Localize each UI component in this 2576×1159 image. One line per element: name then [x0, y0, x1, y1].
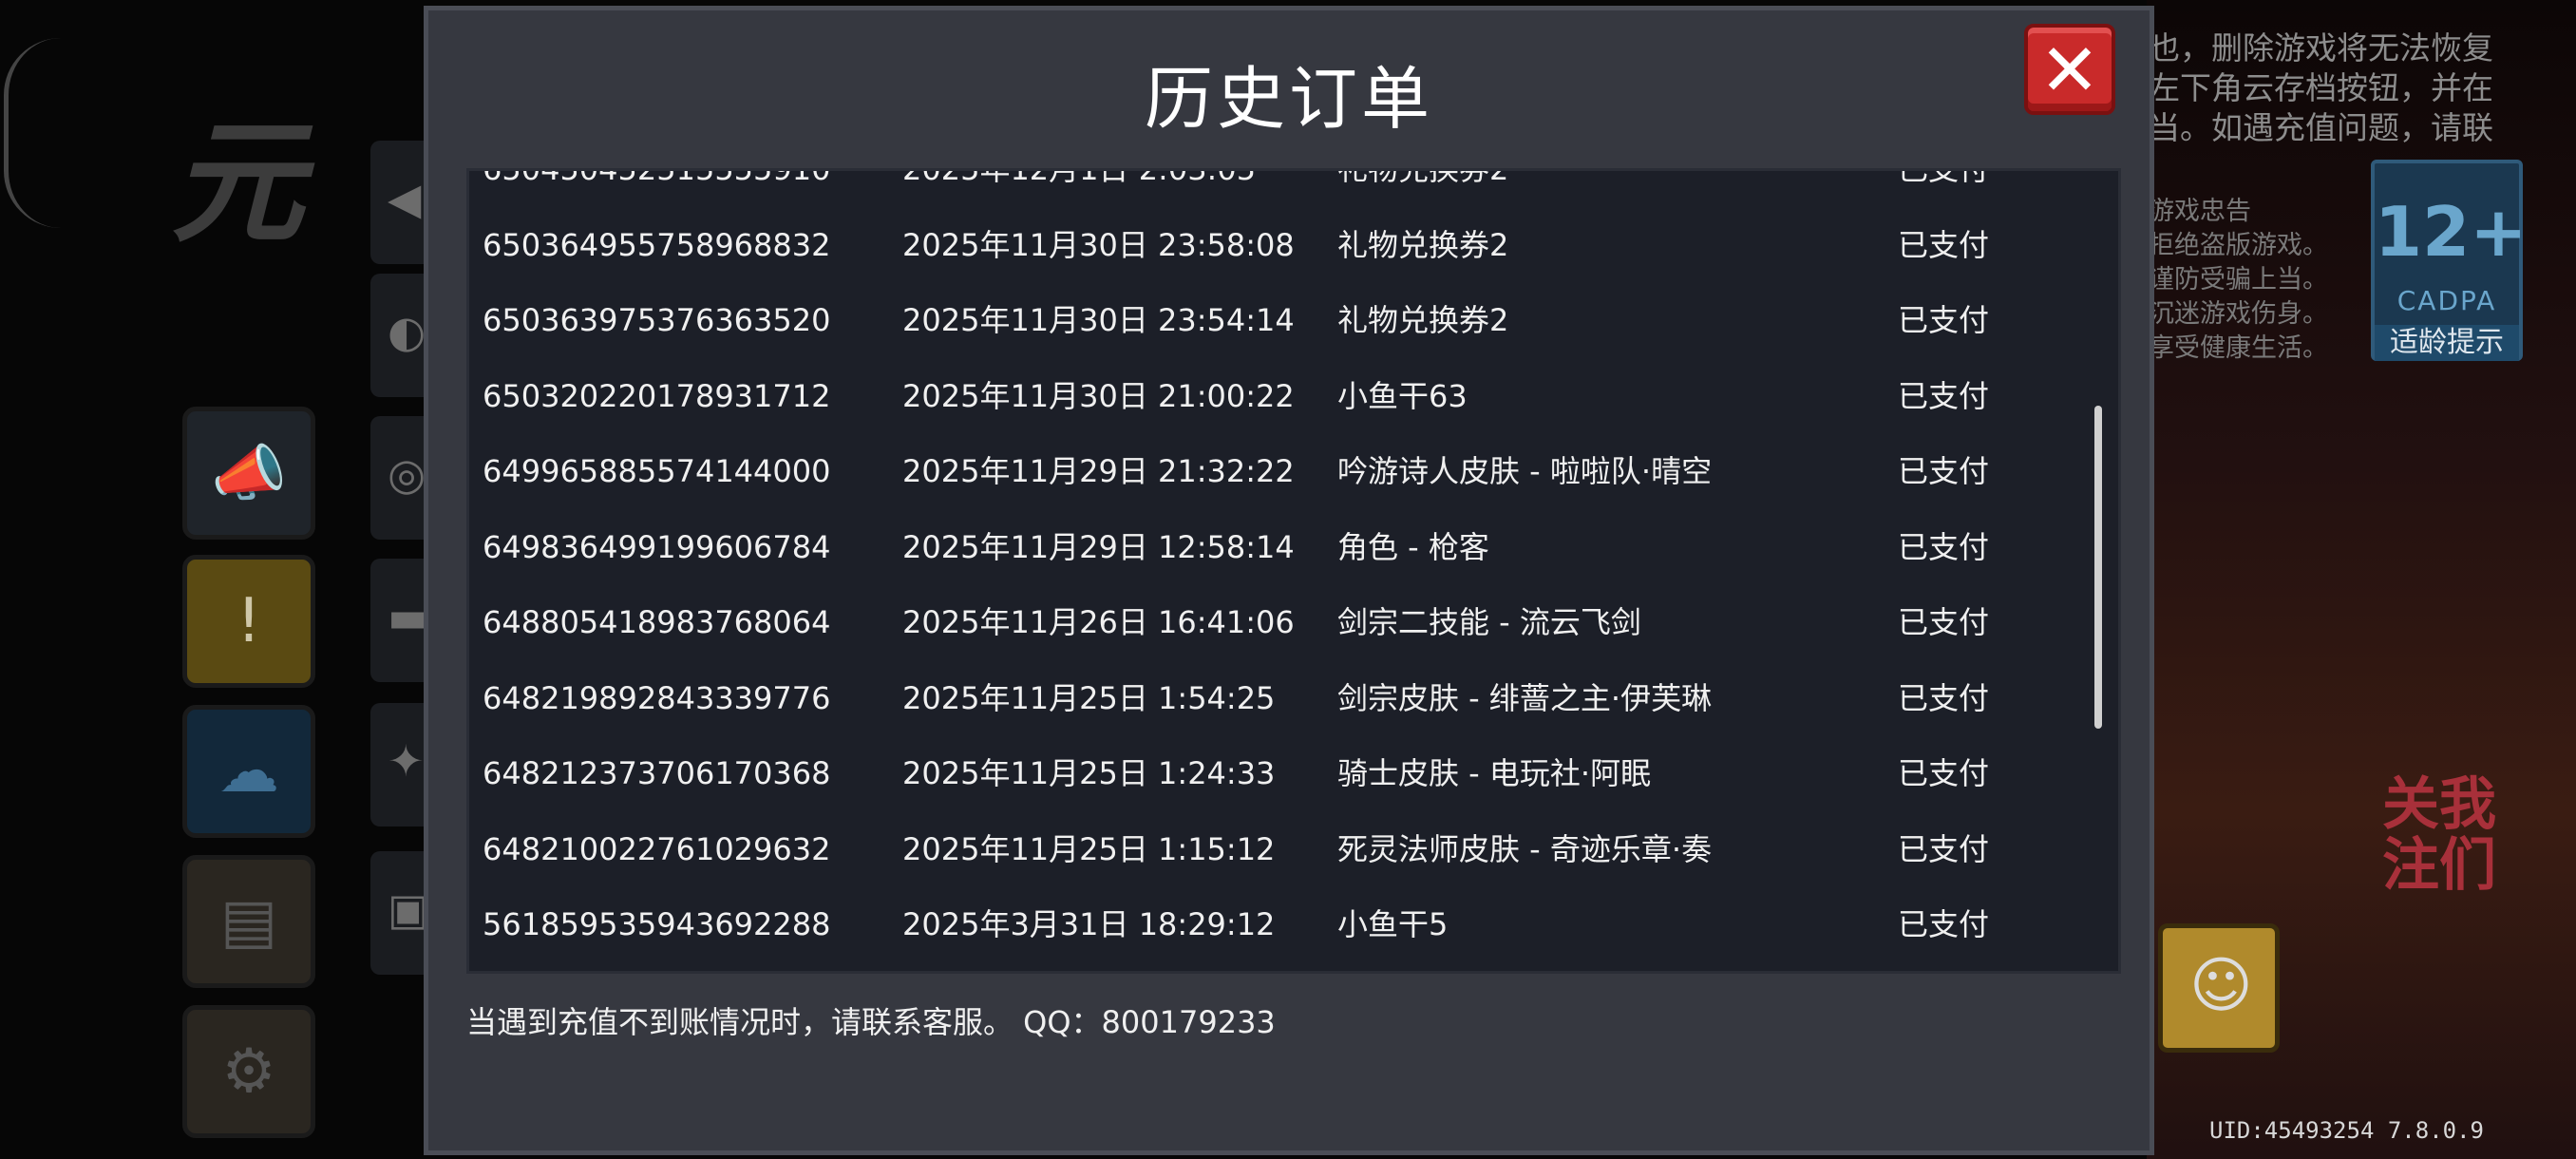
- order-item: 角色 - 枪客: [1337, 528, 1489, 565]
- order-item: 礼物兑换券2: [1337, 302, 1509, 338]
- order-row: 648219892843339776 2025年11月25日 1:54:25 剑宗皮…: [469, 660, 2118, 736]
- age-rating-org: CADPA: [2396, 285, 2497, 316]
- gear-icon: ⚙: [221, 1036, 276, 1107]
- order-row: 648805418983768064 2025年11月26日 16:41:06 剑宗…: [469, 584, 2118, 660]
- order-status: 已支付: [1898, 906, 1990, 942]
- order-time: 2025年11月30日 23:58:08: [902, 226, 1295, 263]
- order-item: 吟游诗人皮肤 - 啦啦队·晴空: [1337, 453, 1713, 489]
- order-id: 648219892843339776: [483, 679, 831, 716]
- order-row: 650320220178931712 2025年11月30日 21:00:22 小鱼…: [469, 358, 2118, 434]
- gift-button[interactable]: ✦: [370, 703, 427, 826]
- order-row: 649965885574144000 2025年11月29日 21:32:22 吟游…: [469, 433, 2118, 509]
- speaker-icon: ◀: [388, 173, 422, 224]
- order-row: 648210022761029632 2025年11月25日 1:15:12 死灵法…: [469, 811, 2118, 887]
- order-row: 650364955758968832 2025年11月30日 23:58:08 礼物…: [469, 207, 2118, 283]
- support-note: 当遇到充值不到账情况时，请联系客服。 QQ：800179233: [466, 1004, 1276, 1040]
- mail-button[interactable]: ▣: [370, 851, 429, 975]
- age-rating-badge[interactable]: 12+ CADPA 适龄提示: [2371, 160, 2528, 361]
- ranking-button[interactable]: ▬: [370, 559, 429, 682]
- age-rating-value: 12+: [2375, 192, 2528, 272]
- sound-button[interactable]: ◀: [370, 141, 427, 264]
- order-status: 已支付: [1898, 528, 1990, 565]
- save-warning-text: 也，删除游戏将无法恢复 左下角云存档按钮，并在 当。如遇充值问题，请联: [2149, 29, 2493, 146]
- order-id: 649965885574144000: [483, 453, 831, 489]
- order-time: 2025年11月25日 1:24:33: [902, 755, 1276, 791]
- order-item: 小鱼干63: [1337, 377, 1468, 414]
- close-icon: ✕: [2039, 27, 2100, 112]
- order-status: 已支付: [1898, 226, 1990, 263]
- dialog-title: 历史订单: [1144, 59, 1433, 139]
- order-id: 648212373706170368: [483, 755, 831, 791]
- order-item: 死灵法师皮肤 - 奇迹乐章·奏: [1337, 830, 1713, 867]
- gift-icon: ✦: [388, 735, 425, 787]
- order-item: 小鱼干5: [1337, 906, 1449, 942]
- order-item: 骑士皮肤 - 电玩社·阿眠: [1337, 755, 1652, 791]
- language-button[interactable]: ◎: [370, 416, 427, 540]
- order-time: 2025年11月25日 1:15:12: [902, 830, 1276, 867]
- anti-addiction-text: 游戏忠告 拒绝盗版游戏。 谨防受骗上当。 沉迷游戏伤身。 享受健康生活。: [2149, 197, 2328, 363]
- order-row: 648212373706170368 2025年11月25日 1:24:33 骑士皮…: [469, 735, 2118, 811]
- order-time: 2025年12月1日 2:03:05: [902, 168, 1257, 187]
- order-row: 650450452515555910 2025年12月1日 2:03:05 礼物兑换…: [469, 168, 2118, 207]
- music-button[interactable]: ◐: [370, 274, 427, 397]
- cloud-upload-icon: ☁: [218, 736, 279, 807]
- scrollbar-thumb[interactable]: [2094, 406, 2102, 729]
- disc-icon: ◐: [388, 306, 426, 357]
- megaphone-icon: 📣: [211, 438, 287, 509]
- order-list[interactable]: 650450452515555910 2025年12月1日 2:03:05 礼物兑换…: [466, 168, 2121, 974]
- customer-service-button[interactable]: ☺: [2158, 923, 2280, 1053]
- globe-icon: ◎: [388, 448, 426, 500]
- order-status: 已支付: [1898, 168, 1990, 187]
- order-id: 648805418983768064: [483, 604, 831, 640]
- order-id: 650320220178931712: [483, 377, 831, 414]
- order-status: 已支付: [1898, 453, 1990, 489]
- order-id: 649836499199606784: [483, 528, 831, 565]
- order-time: 2025年3月31日 18:29:12: [902, 906, 1276, 942]
- order-id: 561859535943692288: [483, 906, 831, 942]
- order-row: 650363975376363520 2025年11月30日 23:54:14 礼物…: [469, 282, 2118, 358]
- order-time: 2025年11月26日 16:41:06: [902, 604, 1295, 640]
- order-status: 已支付: [1898, 830, 1990, 867]
- settings-button[interactable]: ⚙: [182, 1005, 315, 1138]
- order-time: 2025年11月29日 21:32:22: [902, 453, 1295, 489]
- order-id: 650363975376363520: [483, 302, 831, 338]
- background-arc: [4, 38, 61, 228]
- order-status: 已支付: [1898, 755, 1990, 791]
- order-item: 礼物兑换券2: [1337, 226, 1509, 263]
- order-status: 已支付: [1898, 604, 1990, 640]
- order-row: 649836499199606784 2025年11月29日 12:58:14 角色…: [469, 509, 2118, 585]
- order-id: 648210022761029632: [483, 830, 831, 867]
- bars-icon: ▬: [388, 591, 429, 642]
- order-time: 2025年11月29日 12:58:14: [902, 528, 1295, 565]
- order-id: 650364955758968832: [483, 226, 831, 263]
- order-history-dialog: 历史订单 ✕ 650450452515555910 2025年12月1日 2:03…: [424, 6, 2154, 1155]
- cloud-save-button[interactable]: ☁: [182, 705, 315, 838]
- order-id: 650450452515555910: [483, 168, 831, 187]
- document-icon: ▣: [388, 884, 429, 935]
- announcement-button[interactable]: 📣: [182, 407, 315, 540]
- headset-icon: ☺: [2189, 951, 2253, 1021]
- account-button[interactable]: ▤: [182, 855, 315, 988]
- close-button[interactable]: ✕: [2024, 24, 2115, 115]
- order-time: 2025年11月30日 21:00:22: [902, 377, 1295, 414]
- order-item: 礼物兑换券2: [1337, 168, 1509, 187]
- order-item: 剑宗皮肤 - 绯蔷之主·伊芙琳: [1337, 679, 1713, 716]
- order-row: 561859535943692288 2025年3月31日 18:29:12 小鱼干…: [469, 886, 2118, 962]
- order-time: 2025年11月30日 23:54:14: [902, 302, 1295, 338]
- order-status: 已支付: [1898, 679, 1990, 716]
- order-time: 2025年11月25日 1:54:25: [902, 679, 1276, 716]
- age-rating-tip: 适龄提示: [2375, 325, 2519, 361]
- follow-us-button[interactable]: 关我 注们: [2369, 774, 2510, 898]
- notice-button[interactable]: !: [182, 555, 315, 688]
- order-status: 已支付: [1898, 302, 1990, 338]
- order-item: 剑宗二技能 - 流云飞剑: [1337, 604, 1641, 640]
- id-card-icon: ▤: [219, 886, 278, 957]
- uid-version-label: UID:45493254 7.8.0.9: [2209, 1117, 2484, 1144]
- exclamation-icon: !: [237, 586, 261, 656]
- order-status: 已支付: [1898, 377, 1990, 414]
